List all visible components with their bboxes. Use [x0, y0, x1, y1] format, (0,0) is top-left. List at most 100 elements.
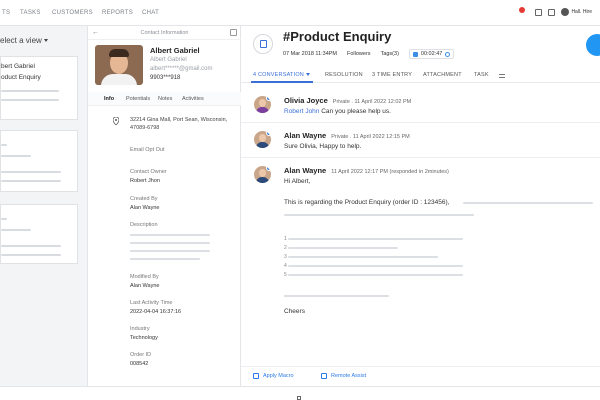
- avatar: [254, 131, 271, 148]
- remote-assist-button[interactable]: Remote Assist: [321, 373, 366, 379]
- timer-stop-icon[interactable]: [445, 51, 451, 57]
- contact-panel-header: ← Contact Information: [88, 26, 241, 40]
- contact-panel-title: Contact Information: [140, 30, 189, 36]
- active-tab-indicator: [251, 81, 313, 83]
- tab-task[interactable]: TASK: [474, 72, 489, 78]
- placeholder-line: [1, 180, 61, 182]
- more-menu-icon[interactable]: [499, 74, 505, 78]
- ticket-list-panel: elect a view bert Gabriel oduct Enquiry: [0, 26, 88, 386]
- placeholder-line: [288, 238, 463, 240]
- field-label-order-id: Order ID: [130, 352, 152, 358]
- ticket-meta: 07 Mar 2018 11:34PM Followers Tags(3) 00…: [283, 49, 455, 59]
- field-value-industry: Technology: [130, 335, 158, 341]
- field-value-order-id: 008542: [130, 361, 149, 367]
- ticket-detail-panel: #Product Enquiry 07 Mar 2018 11:34PM Fol…: [241, 26, 600, 386]
- field-label-last-activity-time: Last Activity Time: [130, 300, 173, 306]
- placeholder-line: [130, 250, 210, 252]
- field-label-description: Description: [130, 222, 158, 228]
- placeholder-line: [1, 245, 61, 247]
- contact-avatar: [95, 45, 143, 85]
- chevron-down-icon: [43, 39, 48, 43]
- open-external-icon[interactable]: [230, 29, 237, 36]
- nav-item-chat[interactable]: CHAT: [142, 10, 159, 16]
- nav-item-customers[interactable]: CUSTOMERS: [52, 10, 93, 16]
- mail-icon[interactable]: [535, 8, 543, 16]
- tab-notes[interactable]: Notes: [158, 96, 172, 102]
- message-body: Robert John Can you please help us.: [284, 108, 391, 115]
- action-fab-button[interactable]: [586, 34, 600, 56]
- notification-badge: [519, 7, 526, 13]
- placeholder-line: [284, 295, 389, 297]
- contact-address: 32214 Gina Mall, Port Sean, Wisconsin, 4…: [130, 117, 228, 131]
- tags-link[interactable]: Tags(3): [381, 51, 399, 57]
- field-value-contact-owner: Robert Jhon: [130, 178, 160, 184]
- notification-bell-icon[interactable]: [519, 7, 529, 17]
- ticket-timer: 00:02:47: [408, 49, 455, 59]
- field-value-created-by: Alan Wayne: [130, 205, 160, 211]
- nav-item-reports[interactable]: REPORTS: [102, 10, 133, 16]
- tab-info[interactable]: Info: [104, 96, 114, 102]
- ticket-date: 07 Mar 2018 11:34PM: [283, 51, 338, 57]
- placeholder-line: [284, 214, 474, 216]
- placeholder-line: [463, 202, 593, 204]
- placeholder-line: [1, 99, 59, 101]
- tab-time-entry[interactable]: 3 TIME ENTRY: [372, 72, 412, 78]
- timer-value: 00:02:47: [420, 51, 443, 57]
- message-author: Alan Wayne: [284, 131, 327, 140]
- message-closing: Cheers: [284, 308, 305, 315]
- avatar: [254, 166, 271, 183]
- field-label-contact-owner: Contact Owner: [130, 169, 167, 175]
- contact-name: Albert Gabriel: [150, 46, 200, 55]
- message-text: Can you please help us.: [321, 108, 391, 115]
- field-value-modified-by: Alan Wayne: [130, 283, 160, 289]
- view-selector-label: elect a view: [0, 36, 42, 45]
- message-author: Olivia Joyce: [284, 96, 328, 105]
- field-label-email-opt-out: Email Opt Out: [130, 147, 165, 153]
- placeholder-line: [130, 242, 210, 244]
- tab-conversation[interactable]: 4 CONVERSATION: [253, 72, 310, 78]
- placeholder-line: [1, 254, 61, 256]
- view-selector[interactable]: elect a view: [0, 36, 48, 45]
- timer-play-icon[interactable]: [412, 51, 418, 57]
- contact-company: Albert Gabriel: [150, 57, 187, 63]
- apply-macro-button[interactable]: Apply Macro: [253, 373, 294, 379]
- nav-item-tasks[interactable]: TASKS: [20, 10, 41, 16]
- message-meta: Private . 11 April 2022 12:02 PM: [332, 99, 412, 105]
- monitor-icon: [321, 373, 327, 379]
- field-value-last-activity-time: 2022-04-04 16:37:16: [130, 309, 182, 315]
- message-meta: Private . 11 April 2022 12:15 PM: [331, 134, 410, 140]
- ticket-list-item-subject: oduct Enquiry: [1, 74, 41, 81]
- tab-resolution[interactable]: RESOLUTION: [325, 72, 363, 78]
- message-author: Alan Wayne: [284, 166, 327, 175]
- message-text: This is regarding the Product Enquiry (o…: [284, 199, 450, 206]
- contact-email: albert******@gmail.com: [150, 66, 213, 72]
- nav-item-tickets[interactable]: TS: [2, 10, 10, 16]
- mention-link[interactable]: Robert John: [284, 108, 319, 115]
- field-label-modified-by: Modified By: [130, 274, 159, 280]
- tab-potentials[interactable]: Potentials: [126, 96, 150, 102]
- placeholder-line: [1, 155, 31, 157]
- bottom-strip: [0, 386, 600, 400]
- ticket-icon: [253, 34, 273, 54]
- grid-icon[interactable]: [548, 8, 556, 16]
- macro-icon: [253, 373, 259, 379]
- tab-attachment[interactable]: ATTACHMENT: [423, 72, 462, 78]
- followers-link[interactable]: Followers: [347, 51, 371, 57]
- tab-activities[interactable]: Activities: [182, 96, 204, 102]
- ticket-list-item-contact: bert Gabriel: [1, 63, 35, 70]
- ticket-list-item[interactable]: bert Gabriel oduct Enquiry: [0, 56, 78, 120]
- placeholder-line: [130, 234, 210, 236]
- resize-handle[interactable]: [297, 396, 301, 400]
- message-greeting: Hi Albert,: [284, 178, 311, 185]
- avatar: [561, 8, 570, 16]
- placeholder-line: [288, 274, 463, 276]
- page-title: #Product Enquiry: [283, 29, 392, 44]
- field-label-industry: Industry: [130, 326, 150, 332]
- user-menu[interactable]: Hall. Hire: [561, 8, 592, 16]
- message-meta: 11 April 2022 12:17 PM (responded in 2mi…: [331, 169, 449, 175]
- ticket-list-item[interactable]: [0, 204, 78, 264]
- ticket-list-item[interactable]: [0, 130, 78, 192]
- user-label: Hall. Hire: [571, 9, 592, 15]
- tab-conversation-label: 4 CONVERSATION: [253, 72, 304, 78]
- placeholder-line: [1, 218, 7, 220]
